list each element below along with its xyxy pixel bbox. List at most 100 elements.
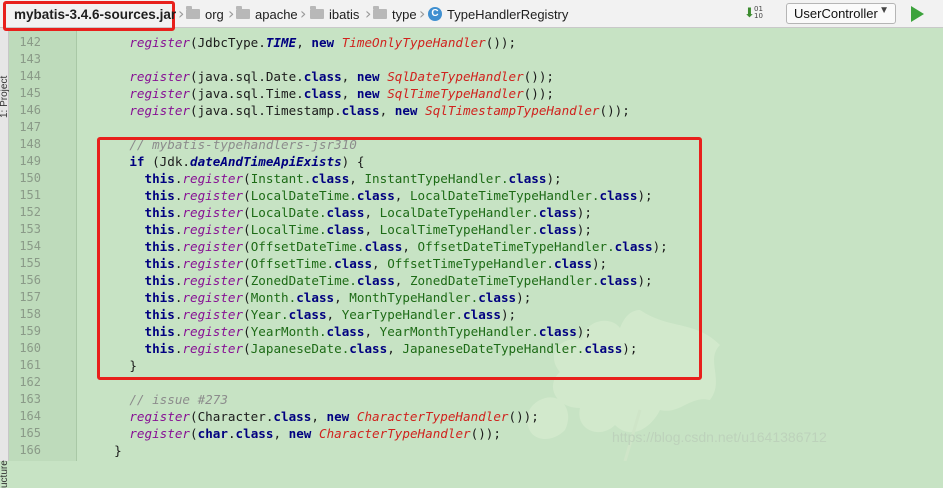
line-number: 157	[19, 290, 41, 304]
line-number: 160	[19, 341, 41, 355]
chevron-down-icon: ▼	[879, 5, 889, 16]
watermark-text: https://blog.csdn.net/u1641386712	[612, 429, 827, 445]
breadcrumb-jar[interactable]: mybatis-3.4.6-sources.jar	[14, 0, 176, 28]
code-line[interactable]: // issue #273	[99, 391, 228, 408]
line-number: 161	[19, 358, 41, 372]
chevron-right-icon: ›	[300, 4, 307, 23]
code-token: ());	[508, 409, 539, 424]
breadcrumb-class[interactable]: C TypeHandlerRegistry	[428, 0, 568, 28]
code-token: register	[129, 426, 191, 441]
folder-icon	[373, 6, 387, 19]
code-token: TimeOnlyTypeHandler	[341, 35, 486, 50]
sort-icon[interactable]: ⬇ 01 10	[744, 5, 766, 23]
code-line[interactable]: register(JdbcType.TIME, new TimeOnlyType…	[99, 34, 516, 51]
code-token: ,	[273, 426, 289, 441]
line-number: 146	[19, 103, 41, 117]
code-token: ,	[379, 103, 395, 118]
code-token: class	[273, 409, 312, 424]
line-number: 159	[19, 324, 41, 338]
breadcrumb-apache[interactable]: apache	[236, 0, 298, 28]
code-token: class	[235, 426, 274, 441]
code-token: (java.sql.Timestamp.	[190, 103, 342, 118]
breadcrumb-class-label: TypeHandlerRegistry	[447, 6, 569, 22]
code-token: new	[356, 69, 388, 84]
run-play-icon[interactable]	[911, 6, 924, 22]
breadcrumb-type-label: type	[392, 6, 417, 22]
folder-icon	[310, 6, 324, 19]
code-line[interactable]: }	[99, 442, 122, 459]
line-number: 156	[19, 273, 41, 287]
code-token: ());	[485, 35, 517, 50]
code-token: class	[303, 86, 342, 101]
breadcrumb-ibatis[interactable]: ibatis	[310, 0, 359, 28]
breadcrumb-type[interactable]: type	[373, 0, 417, 28]
navigation-bar: mybatis-3.4.6-sources.jar › org › apache…	[0, 0, 943, 31]
jsr310-highlight-box	[97, 137, 702, 380]
line-number: 153	[19, 222, 41, 236]
code-token: register	[129, 86, 191, 101]
breadcrumb-apache-label: apache	[255, 6, 298, 22]
code-token: register	[129, 69, 191, 84]
code-token: new	[311, 35, 342, 50]
code-line[interactable]: register(java.sql.Timestamp.class, new S…	[99, 102, 630, 119]
line-number: 162	[19, 375, 41, 389]
code-token: (java.sql.Date.	[190, 69, 304, 84]
line-number: 152	[19, 205, 41, 219]
code-token: // issue #273	[129, 392, 228, 407]
class-c-icon: C	[428, 7, 442, 21]
code-token: (java.sql.Time.	[190, 86, 304, 101]
code-token: class	[341, 103, 380, 118]
code-token: CharacterTypeHandler	[356, 409, 509, 424]
code-token: TIME	[265, 35, 297, 50]
code-token: SqlTimestampTypeHandler	[425, 103, 600, 118]
code-token: }	[99, 443, 122, 458]
code-token: .	[227, 426, 236, 441]
line-number: 142	[19, 35, 41, 49]
run-configuration-dropdown[interactable]: UserController ▼	[786, 3, 896, 24]
code-token: ());	[599, 103, 630, 118]
code-token: (	[190, 426, 198, 441]
code-line[interactable]: register(java.sql.Time.class, new SqlTim…	[99, 85, 554, 102]
structure-tool-tab[interactable]: ucture	[0, 460, 10, 488]
code-token: ());	[523, 69, 555, 84]
code-token: new	[288, 426, 319, 441]
line-number: 150	[19, 171, 41, 185]
code-token: ());	[523, 86, 555, 101]
code-token: ,	[311, 409, 327, 424]
code-token: new	[394, 103, 426, 118]
chevron-right-icon: ›	[178, 4, 185, 23]
breadcrumb-org-label: org	[205, 6, 224, 22]
chevron-right-icon: ›	[419, 4, 426, 23]
line-number: 163	[19, 392, 41, 406]
code-token: ());	[470, 426, 501, 441]
code-token: (Character.	[190, 409, 274, 424]
code-token: register	[129, 103, 191, 118]
code-token: class	[303, 69, 342, 84]
breadcrumb-org[interactable]: org	[186, 0, 224, 28]
code-token: char	[197, 426, 228, 441]
breadcrumb-ibatis-label: ibatis	[329, 6, 360, 22]
sort-digits-bottom: 10	[754, 12, 763, 20]
code-token: register	[129, 409, 191, 424]
line-number: 164	[19, 409, 41, 423]
line-number: 148	[19, 137, 41, 151]
code-token: SqlDateTypeHandler	[387, 69, 524, 84]
line-number: 154	[19, 239, 41, 253]
code-token: new	[326, 409, 357, 424]
line-number: 166	[19, 443, 41, 457]
code-line[interactable]: register(char.class, new CharacterTypeHa…	[99, 425, 501, 442]
code-line[interactable]: register(Character.class, new CharacterT…	[99, 408, 539, 425]
line-number: 155	[19, 256, 41, 270]
line-number: 144	[19, 69, 41, 83]
code-token: new	[356, 86, 388, 101]
line-number: 151	[19, 188, 41, 202]
code-token: ,	[341, 69, 357, 84]
code-token: ,	[341, 86, 357, 101]
line-number: 143	[19, 52, 41, 66]
code-line[interactable]: register(java.sql.Date.class, new SqlDat…	[99, 68, 554, 85]
